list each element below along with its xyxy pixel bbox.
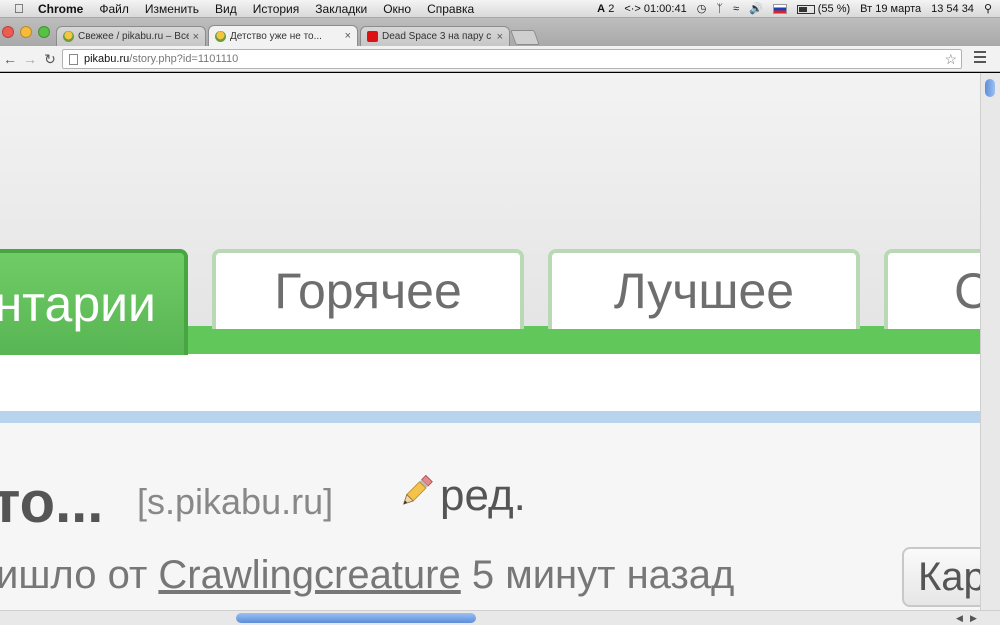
bluetooth-icon[interactable]: ᛉ — [716, 0, 723, 18]
zoom-window-button[interactable] — [38, 26, 50, 38]
author-link[interactable]: Crawlingcreature — [158, 553, 460, 597]
story-title[interactable]: то... — [0, 469, 103, 536]
vertical-scroll-thumb[interactable] — [985, 79, 995, 97]
menu-bookmarks[interactable]: Закладки — [315, 0, 367, 18]
vertical-scrollbar[interactable] — [980, 73, 1000, 610]
battery-status[interactable]: (55 %) — [796, 0, 850, 18]
menu-file[interactable]: Файл — [99, 0, 129, 18]
reload-icon[interactable]: ↻ — [40, 46, 60, 72]
menu-bar:  Chrome Файл Изменить Вид История Закла… — [0, 0, 1000, 18]
bookmark-star-icon[interactable]: ☆ — [944, 51, 957, 68]
window-controls — [2, 26, 56, 38]
divider-line — [0, 411, 980, 423]
story-source-link[interactable]: [s.pikabu.ru] — [137, 481, 333, 523]
page-viewport: нтарии Горячее Лучшее С то... [s.pikabu.… — [0, 73, 980, 610]
time-machine-icon[interactable]: ◷ — [697, 0, 707, 18]
chrome-menu-icon[interactable] — [974, 51, 986, 66]
volume-icon[interactable]: 🔊 — [749, 0, 763, 18]
story-block: то... [s.pikabu.ru] ред. ишло от Crawlin… — [0, 423, 980, 610]
address-bar[interactable]: pikabu.ru/story.php?id=1101110 ☆ — [62, 49, 962, 69]
apple-icon[interactable]:  — [14, 0, 28, 18]
story-meta: ишло от Crawlingcreature 5 минут назад — [0, 553, 735, 597]
menu-history[interactable]: История — [253, 0, 300, 18]
pikabu-favicon-icon — [215, 30, 226, 42]
flag-icon[interactable] — [772, 0, 787, 18]
back-arrow-icon[interactable]: ← — [0, 46, 20, 72]
close-tab-icon[interactable]: × — [193, 31, 199, 43]
tab-comments[interactable]: нтарии — [0, 249, 188, 355]
tab-youtube[interactable]: Dead Space 3 на пару с А × — [360, 26, 510, 46]
tab-pikabu-fresh[interactable]: Свежее / pikabu.ru – Все × — [56, 26, 206, 46]
close-tab-icon[interactable]: × — [497, 31, 503, 43]
clock-time[interactable]: 13 54 34 — [931, 0, 974, 18]
menu-view[interactable]: Вид — [215, 0, 237, 18]
menu-app-chrome[interactable]: Chrome — [38, 0, 83, 18]
pencil-icon[interactable] — [396, 471, 436, 511]
tab-story-active[interactable]: Детство уже не то... × — [208, 25, 358, 46]
close-window-button[interactable] — [2, 26, 14, 38]
side-button[interactable]: Кар — [902, 547, 980, 607]
battery-icon — [796, 4, 815, 14]
menu-window[interactable]: Окно — [383, 0, 411, 18]
tab-strip: Свежее / pikabu.ru – Все × Детство уже н… — [0, 18, 1000, 46]
youtube-favicon-icon — [367, 31, 378, 42]
tab-best[interactable]: Лучшее — [548, 249, 860, 329]
spotlight-icon[interactable]: ⚲ — [984, 0, 992, 18]
clock-date[interactable]: Вт 19 марта — [860, 0, 921, 18]
menu-help[interactable]: Справка — [427, 0, 474, 18]
scroll-left-arrow-icon[interactable]: ◀ — [956, 611, 963, 625]
tab-hot[interactable]: Горячее — [212, 249, 524, 329]
edit-link[interactable]: ред. — [440, 471, 526, 521]
menu-extras: A 2 <·> 01:00:41 ◷ ᛉ ≈ 🔊 (55 %) Вт 19 ма… — [587, 0, 992, 18]
menu-edit[interactable]: Изменить — [145, 0, 199, 18]
close-tab-icon[interactable]: × — [345, 30, 351, 42]
forward-arrow-icon[interactable]: → — [20, 46, 40, 72]
tab-more[interactable]: С — [884, 249, 980, 329]
browser-toolbar: ← → ↻ pikabu.ru/story.php?id=1101110 ☆ — [0, 46, 1000, 72]
adobe-status[interactable]: A 2 — [597, 0, 614, 18]
minimize-window-button[interactable] — [20, 26, 32, 38]
wifi-icon[interactable]: ≈ — [733, 0, 739, 18]
new-tab-button[interactable] — [510, 30, 540, 45]
timer-status[interactable]: <·> 01:00:41 — [624, 0, 686, 18]
page-icon — [69, 53, 78, 65]
horizontal-scrollbar[interactable]: ◀ ▶ — [0, 610, 1000, 625]
horizontal-scroll-thumb[interactable] — [236, 613, 476, 623]
pikabu-favicon-icon — [63, 31, 74, 42]
scroll-right-arrow-icon[interactable]: ▶ — [970, 611, 977, 625]
